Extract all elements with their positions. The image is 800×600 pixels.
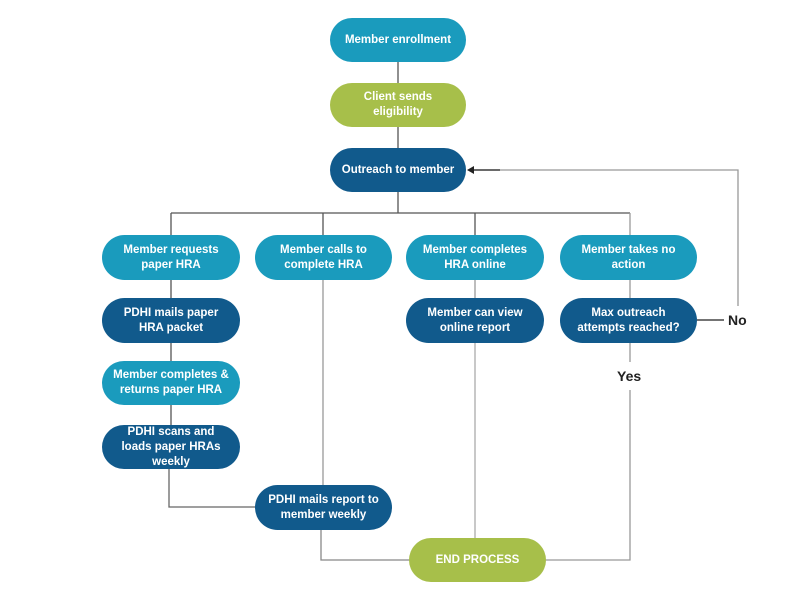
- edge-mails-report-end: [320, 529, 410, 561]
- arrowhead-icon: [467, 166, 474, 174]
- edge-scans-mails-report: [168, 468, 256, 508]
- edge-yes-end: [546, 390, 631, 561]
- node-end-process: END PROCESS: [409, 538, 546, 582]
- node-member-enrollment: Member enrollment: [330, 18, 466, 62]
- node-outreach-to-member: Outreach to member: [330, 148, 466, 192]
- node-member-completes-returns-paper-hra: Member completes & returns paper HRA: [102, 361, 240, 405]
- node-member-requests-paper-hra: Member requests paper HRA: [102, 235, 240, 280]
- node-pdhi-scans-and-loads: PDHI scans and loads paper HRAs weekly: [102, 425, 240, 469]
- node-member-takes-no-action: Member takes no action: [560, 235, 697, 280]
- label-no: No: [728, 312, 747, 328]
- node-member-completes-hra-online: Member completes HRA online: [406, 235, 544, 280]
- node-max-outreach-attempts: Max outreach attempts reached?: [560, 298, 697, 343]
- node-pdhi-mails-report: PDHI mails report to member weekly: [255, 485, 392, 530]
- node-member-can-view-online-report: Member can view online report: [406, 298, 544, 343]
- node-member-calls-to-complete-hra: Member calls to complete HRA: [255, 235, 392, 280]
- label-yes: Yes: [617, 368, 642, 384]
- node-pdhi-mails-paper-hra-packet: PDHI mails paper HRA packet: [102, 298, 240, 343]
- node-client-sends-eligibility: Client sends eligibility: [330, 83, 466, 127]
